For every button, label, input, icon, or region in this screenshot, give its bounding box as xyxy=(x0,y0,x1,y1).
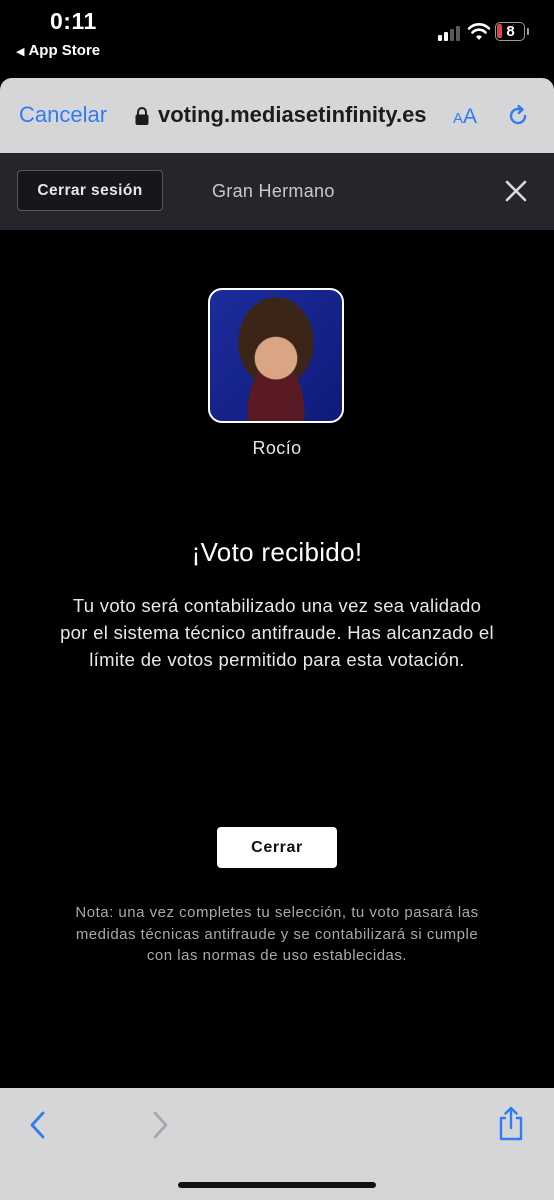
reload-icon[interactable] xyxy=(506,104,530,128)
candidate-name: Rocío xyxy=(252,438,302,458)
show-title: Gran Hermano xyxy=(212,181,335,201)
text-size-button[interactable]: AA xyxy=(453,105,477,129)
back-app-label: App Store xyxy=(28,42,101,59)
close-button[interactable]: Cerrar xyxy=(217,827,337,868)
site-header: Cerrar sesión Gran Hermano xyxy=(0,153,554,230)
wifi-icon xyxy=(467,23,491,40)
candidate-photo xyxy=(208,288,344,423)
close-icon[interactable] xyxy=(505,180,527,202)
clock: 0:11 xyxy=(50,8,97,34)
share-icon[interactable] xyxy=(497,1106,525,1142)
chevron-left-icon[interactable] xyxy=(28,1110,48,1140)
browser-toolbar: Cancelar voting.mediasetinfinity.es AA xyxy=(0,78,554,153)
back-triangle-icon: ◀ xyxy=(16,46,25,58)
logout-button[interactable]: Cerrar sesión xyxy=(17,170,163,211)
status-bar: 0:11 ◀ App Store 8 xyxy=(0,0,554,78)
battery-icon: 8 xyxy=(495,22,529,41)
cancel-button[interactable]: Cancelar xyxy=(19,102,107,128)
home-indicator[interactable] xyxy=(178,1182,376,1188)
vote-received-title: ¡Voto recibido! xyxy=(191,537,363,567)
cellular-signal-icon xyxy=(438,25,464,41)
url-field[interactable]: voting.mediasetinfinity.es xyxy=(158,102,427,128)
chevron-right-icon[interactable] xyxy=(150,1110,170,1140)
vote-message: Tu voto será contabilizado una vez sea v… xyxy=(60,595,494,670)
battery-level: 8 xyxy=(506,23,515,40)
lock-icon xyxy=(135,107,149,125)
back-to-app-link[interactable]: ◀ App Store xyxy=(16,42,100,59)
antifraud-note: Nota: una vez completes tu selección, tu… xyxy=(75,904,479,964)
